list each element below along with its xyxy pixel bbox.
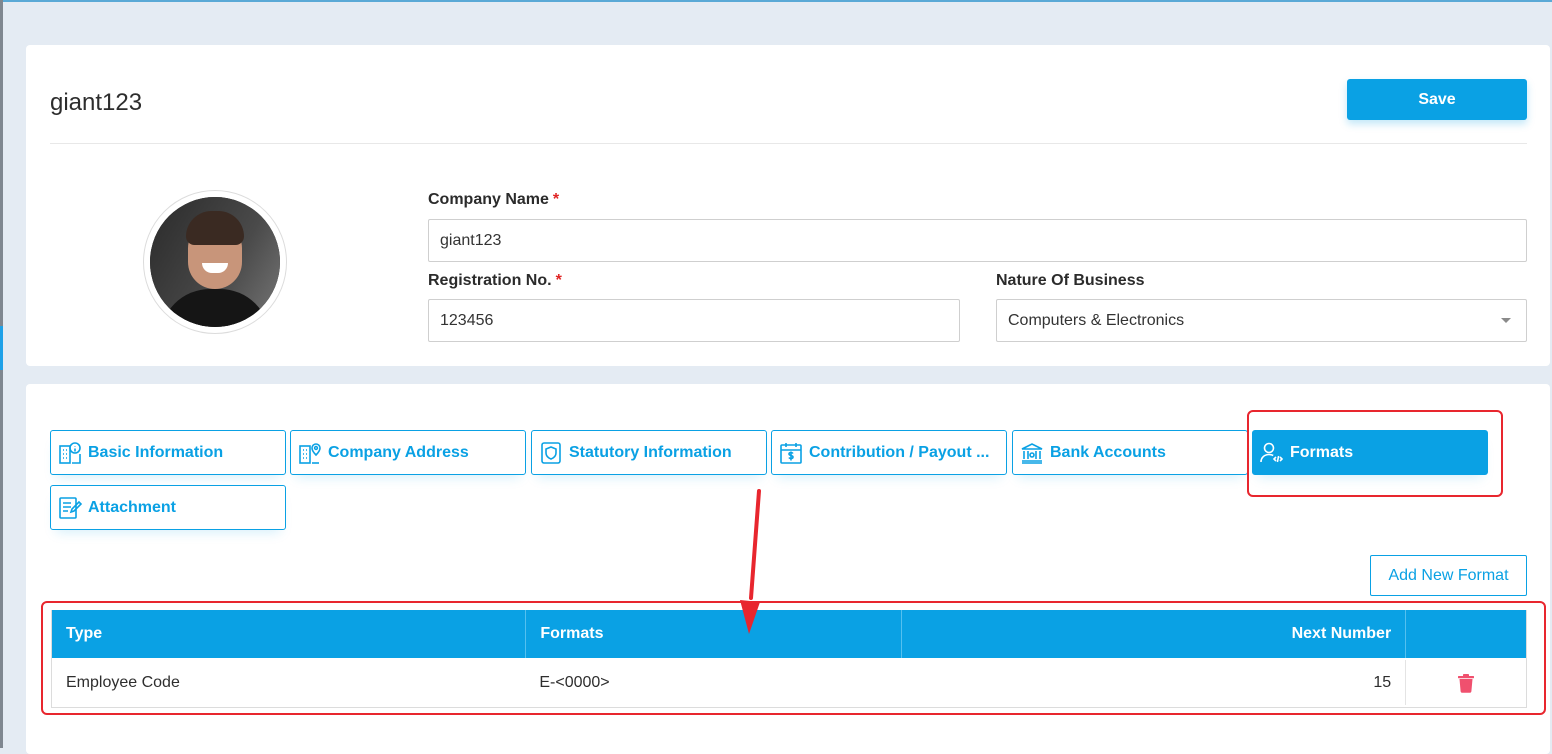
formats-table-highlight	[41, 601, 1546, 715]
registration-no-label: Registration No. *	[428, 272, 562, 289]
bank-icon	[1019, 440, 1045, 466]
company-name-label: Company Name *	[428, 191, 560, 208]
document-edit-icon	[57, 495, 83, 521]
building-pin-icon	[297, 440, 323, 466]
company-name-input[interactable]	[428, 219, 1527, 262]
save-button[interactable]: Save	[1347, 79, 1527, 120]
page-title: giant123	[50, 89, 143, 116]
company-header-card: giant123 Save Company Name* Registration…	[26, 45, 1550, 366]
registration-no-input[interactable]	[428, 299, 960, 342]
avatar[interactable]	[143, 190, 287, 334]
left-active-indicator	[0, 326, 3, 370]
tab-contribution-payout[interactable]: Contribution / Payout ...	[771, 430, 1007, 475]
tab-attachment[interactable]: Attachment	[50, 485, 286, 530]
chevron-down-icon	[1501, 318, 1511, 323]
nature-of-business-value: Computers & Electronics	[1008, 311, 1185, 329]
top-border	[0, 0, 1552, 2]
shield-document-icon	[538, 440, 564, 466]
avatar-photo	[150, 197, 280, 327]
tab-bank-accounts[interactable]: Bank Accounts	[1012, 430, 1248, 475]
calendar-dollar-icon	[778, 440, 804, 466]
tab-company-address[interactable]: Company Address	[290, 430, 526, 475]
left-edge	[0, 0, 3, 748]
tab-basic-information[interactable]: Basic Information	[50, 430, 286, 475]
tab-statutory-information[interactable]: Statutory Information	[531, 430, 767, 475]
nature-of-business-label: Nature Of Business	[996, 272, 1145, 289]
nature-of-business-select[interactable]: Computers & Electronics	[996, 299, 1527, 342]
add-new-format-button[interactable]: Add New Format	[1370, 555, 1527, 596]
header-divider	[50, 143, 1527, 144]
building-info-icon	[57, 440, 83, 466]
formats-tab-highlight	[1247, 410, 1503, 497]
